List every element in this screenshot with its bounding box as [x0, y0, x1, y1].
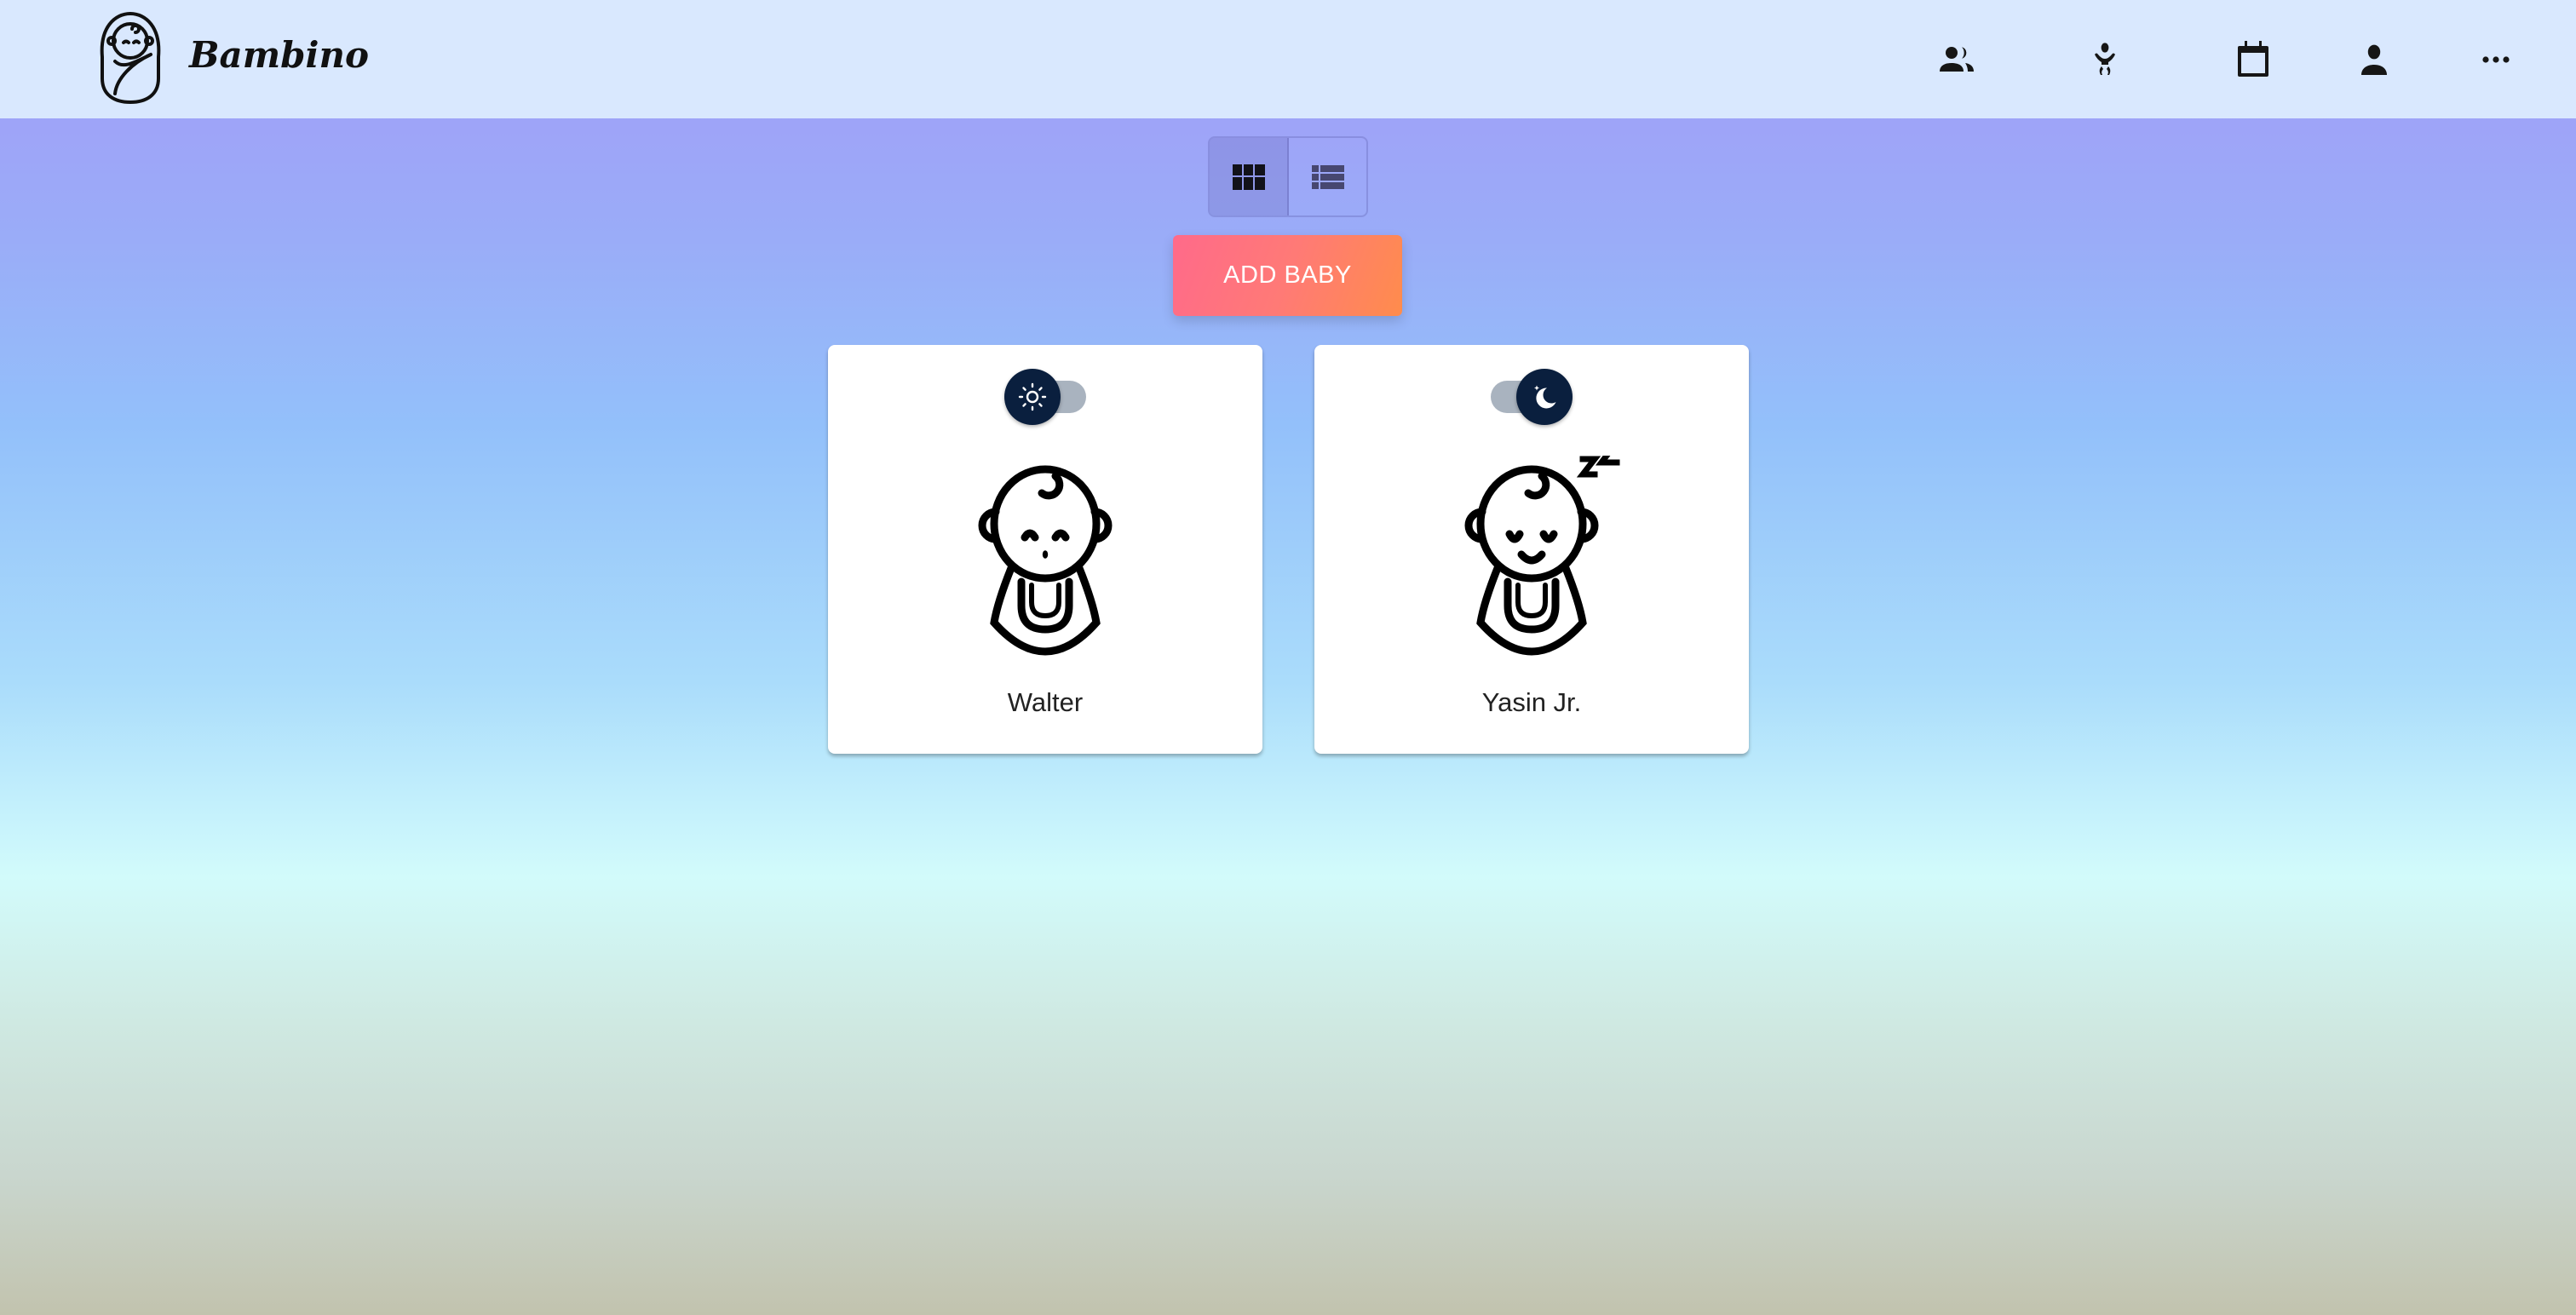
list-icon	[1311, 164, 1344, 189]
sun-icon	[1018, 382, 1047, 411]
brand-name: Bambino	[189, 34, 370, 76]
grid-view-button[interactable]	[1210, 138, 1289, 215]
moon-icon	[1534, 385, 1556, 409]
baby-name: Walter	[1007, 687, 1084, 717]
baby-icon[interactable]	[2084, 39, 2125, 80]
sleeping-baby-icon	[1464, 456, 1620, 656]
people-icon[interactable]	[1936, 39, 1977, 80]
baby-card-walter[interactable]: Walter	[828, 345, 1262, 754]
person-icon[interactable]	[2354, 39, 2395, 80]
baby-card-yasin-jr[interactable]: Yasin Jr.	[1314, 345, 1749, 754]
top-nav-bar: Bambino	[0, 0, 2576, 118]
toggle-knob	[1516, 369, 1573, 425]
baby-name: Yasin Jr.	[1481, 687, 1582, 717]
day-night-toggle[interactable]	[1491, 369, 1573, 425]
view-toggle	[1208, 136, 1368, 217]
awake-baby-icon	[978, 465, 1113, 656]
toggle-knob	[1004, 369, 1061, 425]
grid-icon	[1232, 164, 1265, 190]
bambino-logo-icon[interactable]	[98, 10, 163, 106]
list-view-button[interactable]	[1289, 138, 1366, 215]
day-night-toggle[interactable]	[1004, 369, 1086, 425]
more-icon[interactable]	[2475, 39, 2516, 80]
add-baby-button[interactable]: ADD BABY	[1173, 235, 1402, 316]
calendar-icon[interactable]	[2233, 39, 2274, 80]
